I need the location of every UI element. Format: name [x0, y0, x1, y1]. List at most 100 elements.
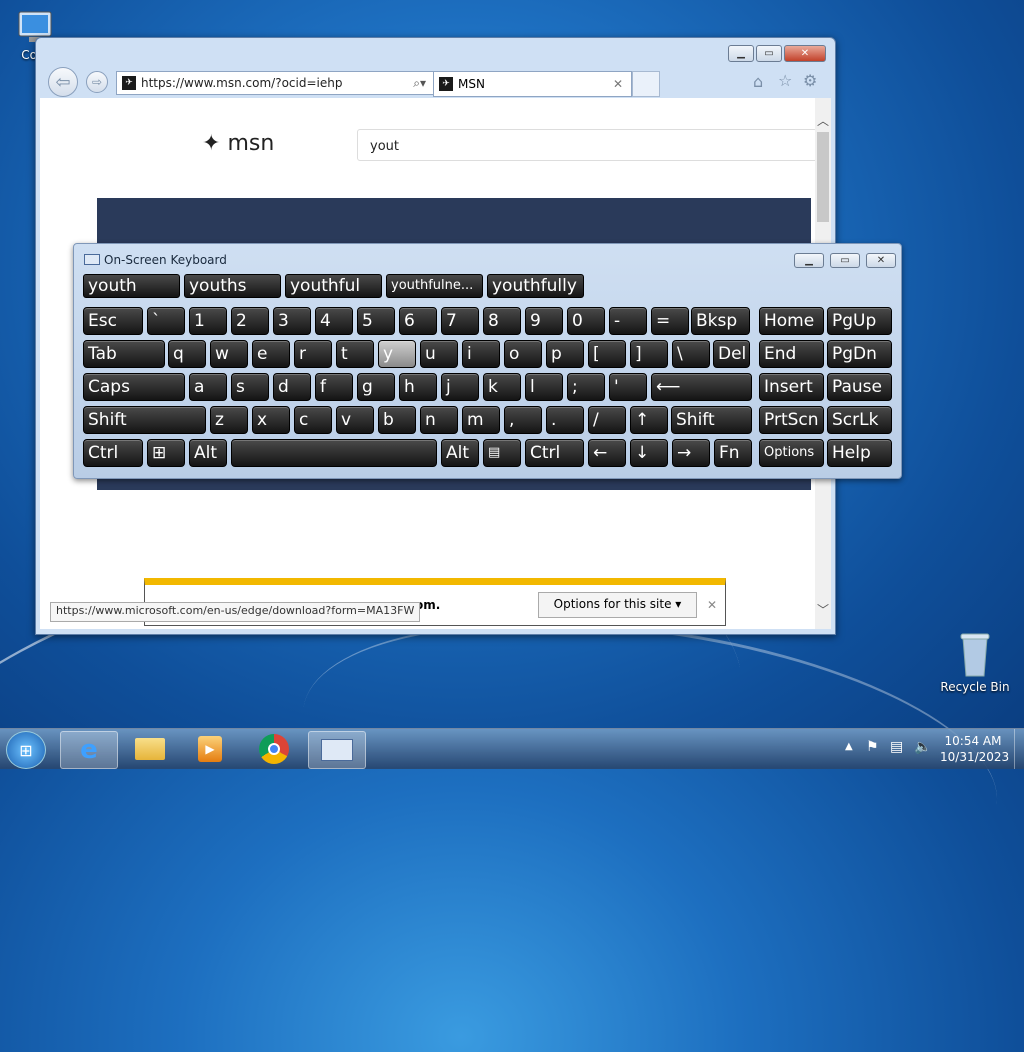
search-input[interactable]: yout: [357, 129, 815, 161]
key-t[interactable]: t: [336, 340, 374, 368]
key-a[interactable]: a: [189, 373, 227, 401]
show-hidden-icons-icon[interactable]: ▲: [845, 741, 853, 752]
key-6[interactable]: 6: [399, 307, 437, 335]
options-for-site-button[interactable]: Options for this site ▾: [538, 592, 697, 618]
key-[[interactable]: [: [588, 340, 626, 368]
key-n[interactable]: n: [420, 406, 458, 434]
key-d[interactable]: d: [273, 373, 311, 401]
key-g[interactable]: g: [357, 373, 395, 401]
key-3[interactable]: 3: [273, 307, 311, 335]
key-9[interactable]: 9: [525, 307, 563, 335]
key-shift-right[interactable]: Shift: [671, 406, 752, 434]
key-2[interactable]: 2: [231, 307, 269, 335]
key-x[interactable]: x: [252, 406, 290, 434]
key-1[interactable]: 1: [189, 307, 227, 335]
key-del[interactable]: Del: [713, 340, 750, 368]
key-i[interactable]: i: [462, 340, 500, 368]
key-y[interactable]: y: [378, 340, 416, 368]
key-l[interactable]: l: [525, 373, 563, 401]
volume-icon[interactable]: 🔈: [914, 739, 931, 755]
scroll-down-icon[interactable]: ﹀: [817, 601, 829, 618]
key-caps[interactable]: Caps: [83, 373, 185, 401]
suggestion-3[interactable]: youthfulne...: [386, 274, 483, 298]
close-button[interactable]: ✕: [784, 45, 826, 62]
key-q[interactable]: q: [168, 340, 206, 368]
key-c[interactable]: c: [294, 406, 332, 434]
key-end[interactable]: End: [759, 340, 824, 368]
show-desktop-button[interactable]: [1014, 729, 1024, 769]
key-/[interactable]: /: [588, 406, 626, 434]
key-alt-left[interactable]: Alt: [189, 439, 227, 467]
suggestion-2[interactable]: youthful: [285, 274, 382, 298]
key-tab[interactable]: Tab: [83, 340, 165, 368]
clock[interactable]: 10:54 AM 10/31/2023: [940, 733, 1009, 765]
key-v[interactable]: v: [336, 406, 374, 434]
favorites-icon[interactable]: ☆: [778, 71, 792, 90]
settings-icon[interactable]: ⚙: [803, 71, 817, 90]
address-bar[interactable]: ✈ https://www.msn.com/?ocid=iehp ⌕▾ 🔒 ↻: [116, 71, 468, 95]
key-left-arrow[interactable]: ←: [588, 439, 626, 467]
osk-maximize-button[interactable]: ▭: [830, 253, 860, 268]
key-ctrl-left[interactable]: Ctrl: [83, 439, 143, 467]
key-j[interactable]: j: [441, 373, 479, 401]
osk-minimize-button[interactable]: ▁: [794, 253, 824, 268]
suggestion-0[interactable]: youth: [83, 274, 180, 298]
key-r[interactable]: r: [294, 340, 332, 368]
maximize-button[interactable]: ▭: [756, 45, 782, 62]
key-windows[interactable]: ⊞: [147, 439, 185, 467]
forward-button[interactable]: ⇨: [86, 71, 108, 93]
key-enter[interactable]: ⟵: [651, 373, 752, 401]
taskbar-ie[interactable]: e: [60, 731, 118, 769]
key-esc[interactable]: Esc: [83, 307, 143, 335]
key-ctrl-right[interactable]: Ctrl: [525, 439, 584, 467]
key-5[interactable]: 5: [357, 307, 395, 335]
key-k[interactable]: k: [483, 373, 521, 401]
key-space[interactable]: [231, 439, 437, 467]
key-menu[interactable]: ▤: [483, 439, 521, 467]
suggestion-1[interactable]: youths: [184, 274, 281, 298]
home-icon[interactable]: ⌂: [753, 72, 763, 91]
key-.[interactable]: .: [546, 406, 584, 434]
key-0[interactable]: 0: [567, 307, 605, 335]
scroll-up-icon[interactable]: ︿: [817, 112, 829, 129]
key-f[interactable]: f: [315, 373, 353, 401]
key-prtscn[interactable]: PrtScn: [759, 406, 824, 434]
key-o[interactable]: o: [504, 340, 542, 368]
new-tab-button[interactable]: [632, 71, 660, 97]
key-home[interactable]: Home: [759, 307, 824, 335]
key-up-arrow[interactable]: ↑: [630, 406, 668, 434]
key-b[interactable]: b: [378, 406, 416, 434]
suggestion-4[interactable]: youthfully: [487, 274, 584, 298]
start-button[interactable]: ⊞: [6, 731, 46, 769]
key-7[interactable]: 7: [441, 307, 479, 335]
network-icon[interactable]: ▤: [890, 739, 903, 755]
action-center-icon[interactable]: ⚑: [866, 739, 879, 755]
key-help[interactable]: Help: [827, 439, 892, 467]
key-scrlk[interactable]: ScrLk: [827, 406, 892, 434]
osk-close-button[interactable]: ✕: [866, 253, 896, 268]
key-z[interactable]: z: [210, 406, 248, 434]
key-u[interactable]: u: [420, 340, 458, 368]
key-=[interactable]: =: [651, 307, 689, 335]
key-p[interactable]: p: [546, 340, 584, 368]
key-8[interactable]: 8: [483, 307, 521, 335]
key--[interactable]: -: [609, 307, 647, 335]
key-`[interactable]: `: [147, 307, 185, 335]
msn-logo[interactable]: ✦ msn: [202, 131, 274, 156]
key-m[interactable]: m: [462, 406, 500, 434]
key-shift-left[interactable]: Shift: [83, 406, 206, 434]
key-;[interactable]: ;: [567, 373, 605, 401]
key-down-arrow[interactable]: ↓: [630, 439, 668, 467]
key-insert[interactable]: Insert: [759, 373, 824, 401]
key-pgup[interactable]: PgUp: [827, 307, 892, 335]
key-s[interactable]: s: [231, 373, 269, 401]
key-'[interactable]: ': [609, 373, 647, 401]
key-alt-right[interactable]: Alt: [441, 439, 479, 467]
search-icon[interactable]: ⌕▾: [413, 76, 426, 91]
key-][interactable]: ]: [630, 340, 668, 368]
recycle-bin-desktop-icon[interactable]: Recycle Bin: [940, 630, 1010, 694]
minimize-button[interactable]: ▁: [728, 45, 754, 62]
taskbar-media-player[interactable]: ▶: [182, 731, 238, 767]
key-pause[interactable]: Pause: [827, 373, 892, 401]
key-,[interactable]: ,: [504, 406, 542, 434]
